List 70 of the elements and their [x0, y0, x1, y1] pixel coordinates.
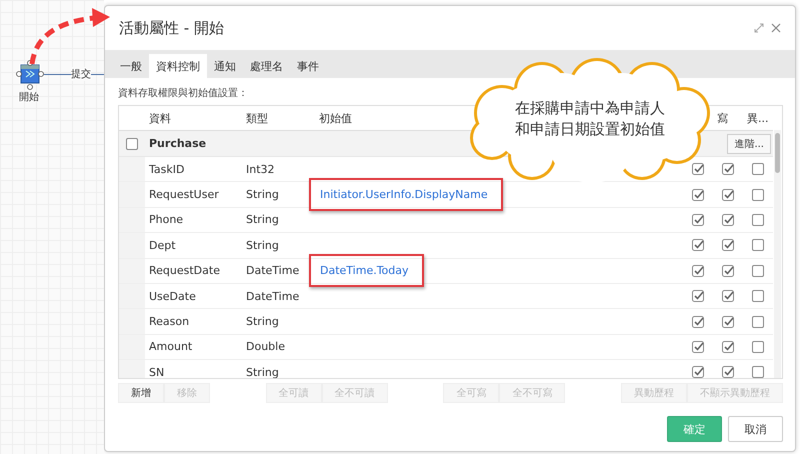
checkbox[interactable] [692, 290, 704, 302]
checkbox[interactable] [722, 214, 734, 226]
checkbox[interactable] [752, 366, 764, 378]
checkbox[interactable] [692, 340, 704, 353]
initial-value: Initiator.UserInfo.DisplayName [309, 178, 503, 212]
checkbox[interactable] [722, 163, 734, 176]
checkbox[interactable] [722, 264, 734, 277]
checkbox[interactable] [722, 366, 734, 378]
cancel-button[interactable]: 取消 [728, 416, 783, 442]
checkbox[interactable] [692, 214, 704, 226]
table-cell-text: Int32 [245, 162, 276, 176]
checkbox[interactable] [752, 239, 764, 252]
table-cell-text: DateTime [245, 290, 300, 303]
table-cell-text: Phone [148, 213, 184, 226]
checkbox[interactable] [722, 316, 734, 328]
checkbox[interactable] [752, 340, 764, 353]
checkbox[interactable] [752, 163, 764, 176]
checkbox[interactable] [752, 188, 764, 201]
tab[interactable]: 通知 [207, 54, 243, 78]
table-cell-text: UseDate [148, 290, 197, 303]
checkbox[interactable] [752, 214, 764, 226]
node-label: 開始 [19, 91, 39, 104]
table-cell-text: RequestDate [148, 264, 221, 278]
toolbar-button[interactable]: 新增 [118, 383, 164, 403]
table-cell-text: TaskID [148, 162, 186, 176]
table-cell-text: Double [245, 340, 286, 354]
checkbox[interactable] [692, 239, 704, 252]
scrollbar[interactable] [774, 130, 781, 378]
checkbox[interactable] [126, 138, 138, 150]
column-header: 類型 [245, 110, 269, 126]
checkbox[interactable] [752, 316, 764, 328]
table-cell-text: Reason [148, 315, 190, 328]
column-header: 異... [746, 110, 770, 126]
tab[interactable]: 事件 [290, 54, 326, 78]
column-header: 資料 [148, 110, 172, 126]
tab[interactable]: 資料控制 [149, 54, 207, 78]
table-cell-text: String [245, 188, 280, 202]
initial-value: DateTime.Today [309, 254, 424, 288]
start-node-icon[interactable] [16, 60, 44, 90]
table-cell-text: String [245, 238, 280, 252]
tab[interactable]: 一般 [113, 54, 149, 78]
checkbox[interactable] [692, 264, 704, 277]
table-cell-text: Dept [148, 238, 177, 252]
checkbox[interactable] [722, 188, 734, 201]
checkbox[interactable] [692, 163, 704, 176]
group-label: Purchase [148, 137, 208, 150]
table-cell-text: Amount [148, 340, 194, 354]
table-cell-text: String [245, 213, 280, 226]
checkbox[interactable] [692, 188, 704, 201]
checkbox[interactable] [722, 340, 734, 353]
close-icon[interactable] [771, 23, 781, 33]
table-cell-text: RequestUser [148, 188, 220, 202]
checkbox[interactable] [752, 290, 764, 302]
table-cell-text: DateTime [245, 264, 300, 278]
window-title: 活動屬性 - 開始 [119, 18, 224, 38]
section-label: 資料存取權限與初始值設置： [118, 86, 249, 100]
checkbox[interactable] [692, 366, 704, 378]
column-header: 初始值 [318, 110, 353, 126]
advanced-button[interactable]: 進階... [727, 134, 771, 154]
checkbox[interactable] [722, 290, 734, 302]
table-cell-text: String [245, 366, 280, 378]
tab[interactable]: 處理名 [243, 54, 290, 78]
column-header: 寫 [716, 110, 729, 126]
connector-label: 提交 [71, 67, 91, 81]
checkbox[interactable] [752, 264, 764, 277]
checkbox[interactable] [692, 316, 704, 328]
callout-text: 在採購申請中為申請人 和申請日期設置初始值 [514, 98, 666, 140]
table-cell-text: String [245, 315, 280, 328]
table-cell-text: SN [148, 366, 166, 378]
checkbox[interactable] [722, 239, 734, 252]
